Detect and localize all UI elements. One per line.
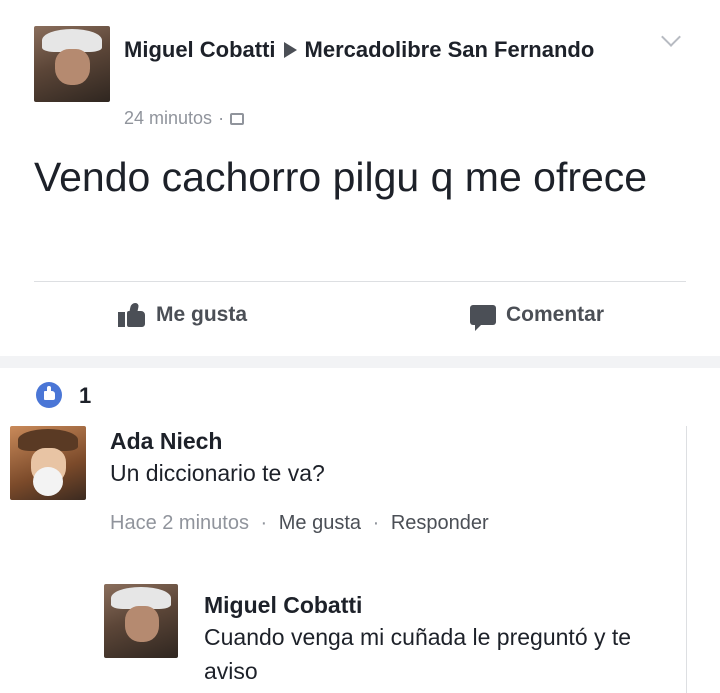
post-author-name[interactable]: Miguel Cobatti (124, 37, 276, 62)
group-privacy-icon (230, 113, 245, 125)
comment-reply-link[interactable]: Responder (391, 512, 489, 534)
comment-button[interactable]: Comentar (470, 303, 605, 331)
post-timestamp[interactable]: 24 minutos (124, 108, 212, 128)
comment-timestamp[interactable]: Hace 2 minutos (110, 512, 249, 534)
post-meta: 24 minutos · (124, 108, 245, 129)
author-avatar[interactable] (34, 26, 110, 102)
reply-author-name[interactable]: Miguel Cobatti (204, 592, 362, 619)
post-text: Vendo cachorro pilgu q me ofrece (34, 154, 648, 200)
speech-bubble-icon (470, 305, 496, 331)
commenter-avatar[interactable] (10, 426, 86, 500)
post-divider (34, 281, 686, 282)
like-button-label: Me gusta (156, 303, 248, 326)
thread-line (686, 426, 687, 693)
comment-button-label: Comentar (506, 303, 605, 326)
reply-avatar[interactable] (104, 584, 178, 658)
comment-author-name[interactable]: Ada Niech (110, 428, 222, 455)
comments-section: 1 Ada Niech Un diccionario te va? Hace 2… (0, 368, 720, 693)
post-group-name[interactable]: Mercadolibre San Fernando (305, 37, 595, 62)
reply-text: Cuando venga mi cuñada le preguntó y te … (204, 624, 632, 684)
like-reaction-icon[interactable] (36, 382, 62, 408)
comment-meta: Hace 2 minutos · Me gusta · Responder (110, 512, 489, 534)
arrow-right-icon (283, 42, 297, 58)
comment-like-link[interactable]: Me gusta (279, 512, 361, 534)
comment-text: Un diccionario te va? (110, 460, 325, 486)
thumbs-up-icon (118, 303, 148, 327)
chevron-down-icon[interactable] (661, 27, 681, 47)
like-button[interactable]: Me gusta (118, 303, 247, 327)
post-card: Miguel Cobatti Mercadolibre San Fernando … (0, 0, 720, 356)
section-separator (0, 356, 720, 368)
reaction-count[interactable]: 1 (79, 383, 91, 409)
post-header: Miguel Cobatti Mercadolibre San Fernando (124, 34, 604, 69)
